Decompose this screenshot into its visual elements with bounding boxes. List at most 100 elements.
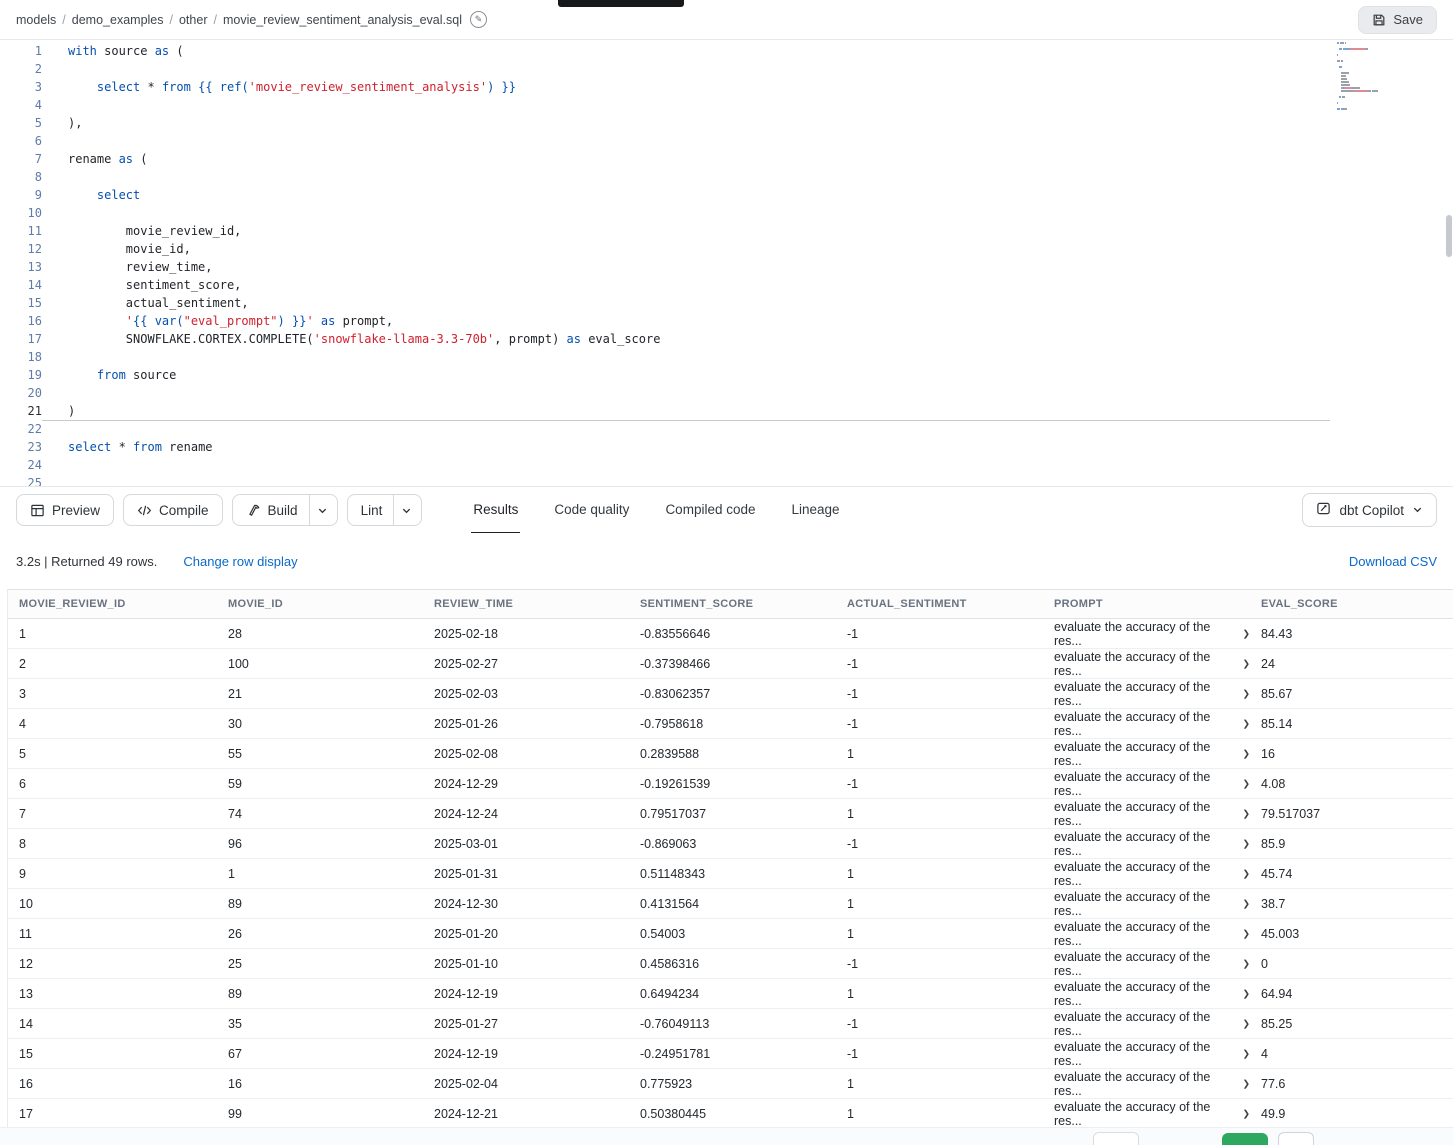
expand-prompt-icon[interactable]: ❯	[1242, 1019, 1250, 1030]
table-cell-eval-score: 24	[1250, 649, 1453, 678]
table-cell: 2025-01-10	[423, 949, 629, 978]
code-line[interactable]: 4	[0, 96, 1453, 114]
lint-chevron-down-icon[interactable]	[401, 505, 412, 516]
code-line[interactable]: 12 movie_id,	[0, 240, 1453, 258]
code-line[interactable]: 1with source as (	[0, 42, 1453, 60]
lint-button[interactable]: Lint	[347, 494, 423, 526]
code-line[interactable]: 5),	[0, 114, 1453, 132]
save-button[interactable]: Save	[1358, 6, 1437, 34]
code-line[interactable]: 14 sentiment_score,	[0, 276, 1453, 294]
code-line[interactable]: 16 '{{ var("eval_prompt") }}' as prompt,	[0, 312, 1453, 330]
table-row: 21002025-02-27-0.37398466-1evaluate the …	[8, 649, 1453, 679]
table-row: 16162025-02-040.7759231evaluate the accu…	[8, 1069, 1453, 1099]
code-line[interactable]: 24	[0, 456, 1453, 474]
breadcrumb-item[interactable]: other	[179, 13, 208, 27]
code-line[interactable]: 15 actual_sentiment,	[0, 294, 1453, 312]
minimap[interactable]	[1337, 42, 1433, 117]
expand-prompt-icon[interactable]: ❯	[1242, 779, 1250, 790]
expand-prompt-icon[interactable]: ❯	[1242, 869, 1250, 880]
bottom-white-button[interactable]	[1278, 1132, 1314, 1145]
bottom-partial-control[interactable]	[1093, 1132, 1139, 1145]
expand-prompt-icon[interactable]: ❯	[1242, 1049, 1250, 1060]
build-chevron-down-icon[interactable]	[317, 505, 328, 516]
line-number: 9	[0, 186, 42, 204]
expand-prompt-icon[interactable]: ❯	[1242, 1109, 1250, 1120]
expand-prompt-icon[interactable]: ❯	[1242, 719, 1250, 730]
tab-compiled-code[interactable]: Compiled code	[663, 487, 757, 534]
code-line[interactable]: 3 select * from {{ ref('movie_review_sen…	[0, 78, 1453, 96]
prompt-cell: evaluate the accuracy of the res... ❯	[1043, 649, 1250, 678]
table-row: 17992024-12-210.503804451evaluate the ac…	[8, 1099, 1453, 1127]
code-text: )	[42, 402, 1330, 420]
code-line[interactable]: 22	[0, 420, 1453, 438]
code-line[interactable]: 7rename as (	[0, 150, 1453, 168]
breadcrumb-item[interactable]: demo_examples	[72, 13, 164, 27]
preview-button-label: Preview	[52, 503, 100, 518]
code-line[interactable]: 19 from source	[0, 366, 1453, 384]
code-line[interactable]: 25	[0, 474, 1453, 486]
prompt-cell-text: evaluate the accuracy of the res...	[1054, 920, 1237, 948]
change-row-display-link[interactable]: Change row display	[183, 554, 297, 569]
code-line[interactable]: 2	[0, 60, 1453, 78]
download-csv-link[interactable]: Download CSV	[1349, 554, 1437, 569]
code-line[interactable]: 6	[0, 132, 1453, 150]
tab-lineage[interactable]: Lineage	[790, 487, 842, 534]
code-line[interactable]: 21)	[0, 402, 1453, 420]
tab-code-quality[interactable]: Code quality	[552, 487, 631, 534]
column-header[interactable]: PROMPT	[1043, 590, 1250, 618]
table-cell: 8	[8, 829, 217, 858]
code-line[interactable]: 11 movie_review_id,	[0, 222, 1453, 240]
column-header[interactable]: EVAL_SCORE	[1250, 590, 1453, 618]
expand-prompt-icon[interactable]: ❯	[1242, 689, 1250, 700]
table-cell: 2025-02-18	[423, 619, 629, 648]
code-line[interactable]: 18	[0, 348, 1453, 366]
code-line[interactable]: 20	[0, 384, 1453, 402]
expand-prompt-icon[interactable]: ❯	[1242, 989, 1250, 1000]
column-header[interactable]: ACTUAL_SENTIMENT	[836, 590, 1043, 618]
column-header[interactable]: SENTIMENT_SCORE	[629, 590, 836, 618]
column-header[interactable]: MOVIE_REVIEW_ID	[8, 590, 217, 618]
dbt-copilot-button[interactable]: dbt Copilot	[1302, 493, 1437, 527]
code-text: with source as (	[42, 42, 184, 60]
bottom-green-status-button[interactable]	[1222, 1133, 1268, 1145]
code-line[interactable]: 9 select	[0, 186, 1453, 204]
table-cell: 7	[8, 799, 217, 828]
expand-prompt-icon[interactable]: ❯	[1242, 629, 1250, 640]
code-line[interactable]: 13 review_time,	[0, 258, 1453, 276]
prompt-cell-text: evaluate the accuracy of the res...	[1054, 650, 1237, 678]
expand-prompt-icon[interactable]: ❯	[1242, 899, 1250, 910]
code-line[interactable]: 8	[0, 168, 1453, 186]
expand-prompt-icon[interactable]: ❯	[1242, 839, 1250, 850]
table-cell: 0.50380445	[629, 1099, 836, 1127]
build-split-divider	[309, 495, 310, 525]
column-header[interactable]: MOVIE_ID	[217, 590, 423, 618]
expand-prompt-icon[interactable]: ❯	[1242, 809, 1250, 820]
editor-scrollbar[interactable]	[1446, 215, 1452, 257]
table-cell: 2025-02-08	[423, 739, 629, 768]
compile-button[interactable]: Compile	[123, 494, 223, 526]
code-line[interactable]: 10	[0, 204, 1453, 222]
line-number: 4	[0, 96, 42, 114]
breadcrumb-item[interactable]: models	[16, 13, 56, 27]
table-cell: 1	[836, 739, 1043, 768]
table-cell: 10	[8, 889, 217, 918]
table-cell: 21	[217, 679, 423, 708]
expand-prompt-icon[interactable]: ❯	[1242, 929, 1250, 940]
expand-prompt-icon[interactable]: ❯	[1242, 959, 1250, 970]
table-cell: 2025-01-26	[423, 709, 629, 738]
code-editor[interactable]: 1with source as (23 select * from {{ ref…	[0, 40, 1453, 486]
preview-button[interactable]: Preview	[16, 494, 114, 526]
tab-results[interactable]: Results	[471, 487, 520, 534]
breadcrumb-item[interactable]: movie_review_sentiment_analysis_eval.sql	[223, 13, 462, 27]
prompt-cell-text: evaluate the accuracy of the res...	[1054, 1040, 1237, 1068]
build-button[interactable]: Build	[232, 494, 338, 526]
expand-prompt-icon[interactable]: ❯	[1242, 749, 1250, 760]
table-cell: 67	[217, 1039, 423, 1068]
column-header[interactable]: REVIEW_TIME	[423, 590, 629, 618]
code-line[interactable]: 17 SNOWFLAKE.CORTEX.COMPLETE('snowflake-…	[0, 330, 1453, 348]
expand-prompt-icon[interactable]: ❯	[1242, 659, 1250, 670]
results-table: MOVIE_REVIEW_IDMOVIE_IDREVIEW_TIMESENTIM…	[7, 589, 1453, 1127]
expand-prompt-icon[interactable]: ❯	[1242, 1079, 1250, 1090]
code-line[interactable]: 23select * from rename	[0, 438, 1453, 456]
table-cell: 2024-12-29	[423, 769, 629, 798]
